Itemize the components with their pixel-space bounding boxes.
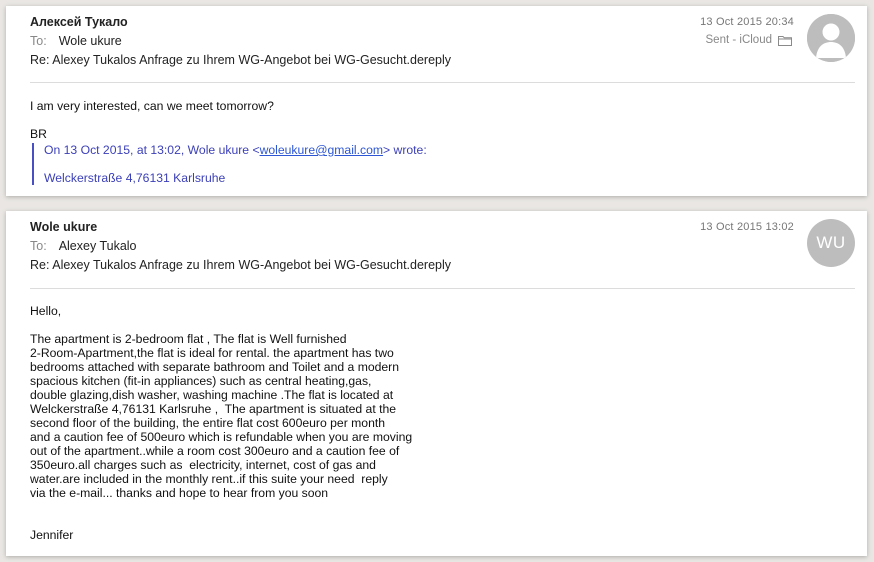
recipient-line: To: Alexey Tukalo [30,239,137,253]
to-label: To: [30,34,47,48]
sender-name: Алексей Тукало [30,15,128,29]
email-link[interactable]: woleukure@gmail.com [260,143,383,157]
quote-header-suffix: > wrote: [383,143,427,157]
body-line: 350euro.all charges such as electricity,… [30,458,376,472]
sender-name: Wole ukure [30,220,98,234]
folder-icon[interactable] [778,35,792,46]
greeting: Hello, [30,304,62,318]
quote-header-prefix: On 13 Oct 2015, at 13:02, Wole ukure < [44,143,260,157]
quote-address: Welckerstraße 4,76131 Karlsruhe [44,171,226,185]
message-body: Hello, The apartment is 2-bedroom flat ,… [30,304,412,542]
body-text: I am very interested, can we meet tomorr… [30,99,274,113]
body-line: double glazing,dish washer, washing mach… [30,388,394,402]
body-line: 2-Room-Apartment,the flat is ideal for r… [30,346,394,360]
person-silhouette-icon [807,14,855,62]
mailbox-label: Sent - iCloud [705,34,772,46]
quoted-reply: On 13 Oct 2015, at 13:02, Wole ukure <wo… [32,143,427,185]
avatar-initials: WU [816,233,846,252]
mailbox-indicator[interactable]: Sent - iCloud [706,34,792,46]
sender-avatar [807,14,855,62]
signature: Jennifer [30,528,74,542]
message-card-1[interactable]: Алексей Тукало To: Wole ukure Re: Alexey … [6,6,867,196]
body-line: via the e-mail... thanks and hope to hea… [30,486,329,500]
subject-line: Re: Alexey Tukalos Anfrage zu Ihrem WG-A… [30,53,452,67]
subject-line: Re: Alexey Tukalos Anfrage zu Ihrem WG-A… [30,258,452,272]
body-line: spacious kitchen (fit-in appliances) suc… [30,374,372,388]
body-line: water.are included in the monthly rent..… [30,472,388,486]
body-line: and a caution fee of 500euro which is re… [30,430,413,444]
message-date: 13 Oct 2015 13:02 [700,221,794,233]
header-divider [30,82,855,83]
sign-off: BR [30,127,47,141]
recipient-line: To: Wole ukure [30,34,122,48]
body-line: bedrooms attached with separate bathroom… [30,360,400,374]
message-card-2[interactable]: Wole ukure To: Alexey Tukalo Re: Alexey T… [6,211,867,556]
body-line: The apartment is 2-bedroom flat , The fl… [30,332,347,346]
body-line: out of the apartment..while a room cost … [30,444,400,458]
message-date: 13 Oct 2015 20:34 [700,16,794,28]
body-line: second floor of the building, the entire… [30,416,386,430]
sender-avatar: WU [807,219,855,267]
recipient-name[interactable]: Wole ukure [59,34,122,48]
to-label: To: [30,239,47,253]
header-divider [30,288,855,289]
recipient-name[interactable]: Alexey Tukalo [59,239,137,253]
body-line: Welckerstraße 4,76131 Karlsruhe , The ap… [30,402,397,416]
message-body: I am very interested, can we meet tomorr… [30,99,427,185]
